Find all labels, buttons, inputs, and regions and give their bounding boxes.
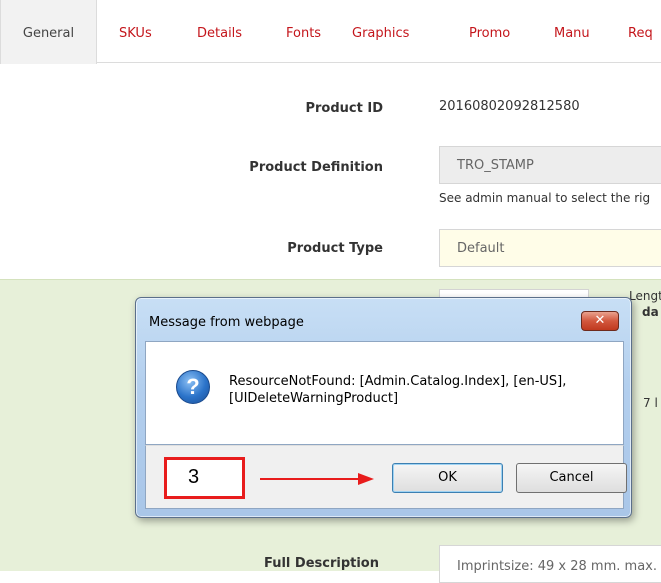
close-icon[interactable]: ✕ bbox=[581, 311, 619, 331]
product-definition-field[interactable]: TRO_STAMP bbox=[439, 146, 661, 184]
cancel-button[interactable]: Cancel bbox=[516, 463, 627, 493]
tab-general[interactable]: General bbox=[0, 0, 97, 64]
step-marker: 3 bbox=[164, 457, 245, 499]
full-description-label: Full Description bbox=[263, 556, 379, 571]
product-id-value: 20160802092812580 bbox=[439, 99, 580, 114]
background-text-fragment: 7 l bbox=[643, 396, 658, 410]
question-icon: ? bbox=[176, 370, 210, 404]
ok-button[interactable]: OK bbox=[392, 463, 503, 493]
tab-bar: General SKUs Details Fonts Graphics Prom… bbox=[0, 0, 661, 64]
step-number: 3 bbox=[188, 466, 200, 488]
tab-promo[interactable]: Promo bbox=[469, 0, 510, 63]
dialog-title: Message from webpage bbox=[149, 315, 304, 330]
dialog-message: ResourceNotFound: [Admin.Catalog.Index],… bbox=[229, 374, 567, 406]
tab-req[interactable]: Req bbox=[628, 0, 653, 63]
product-id-label: Product ID bbox=[305, 101, 383, 116]
background-text-fragment: da bbox=[642, 305, 659, 319]
tab-skus[interactable]: SKUs bbox=[119, 0, 152, 63]
tab-graphics[interactable]: Graphics bbox=[352, 0, 409, 63]
dialog-body: ? ResourceNotFound: [Admin.Catalog.Index… bbox=[145, 341, 624, 445]
tab-manu[interactable]: Manu bbox=[554, 0, 590, 63]
tab-details[interactable]: Details bbox=[197, 0, 242, 63]
product-type-select[interactable]: Default bbox=[439, 229, 661, 267]
background-text-fragment: Lengt bbox=[629, 289, 661, 303]
full-description-field[interactable]: Imprintsize: 49 x 28 mm. max. 7 l bbox=[439, 545, 661, 583]
tab-fonts[interactable]: Fonts bbox=[286, 0, 321, 63]
product-type-label: Product Type bbox=[287, 241, 383, 256]
product-definition-label: Product Definition bbox=[249, 160, 383, 175]
product-definition-hint: See admin manual to select the rig bbox=[439, 191, 651, 205]
arrow-icon bbox=[260, 473, 374, 485]
